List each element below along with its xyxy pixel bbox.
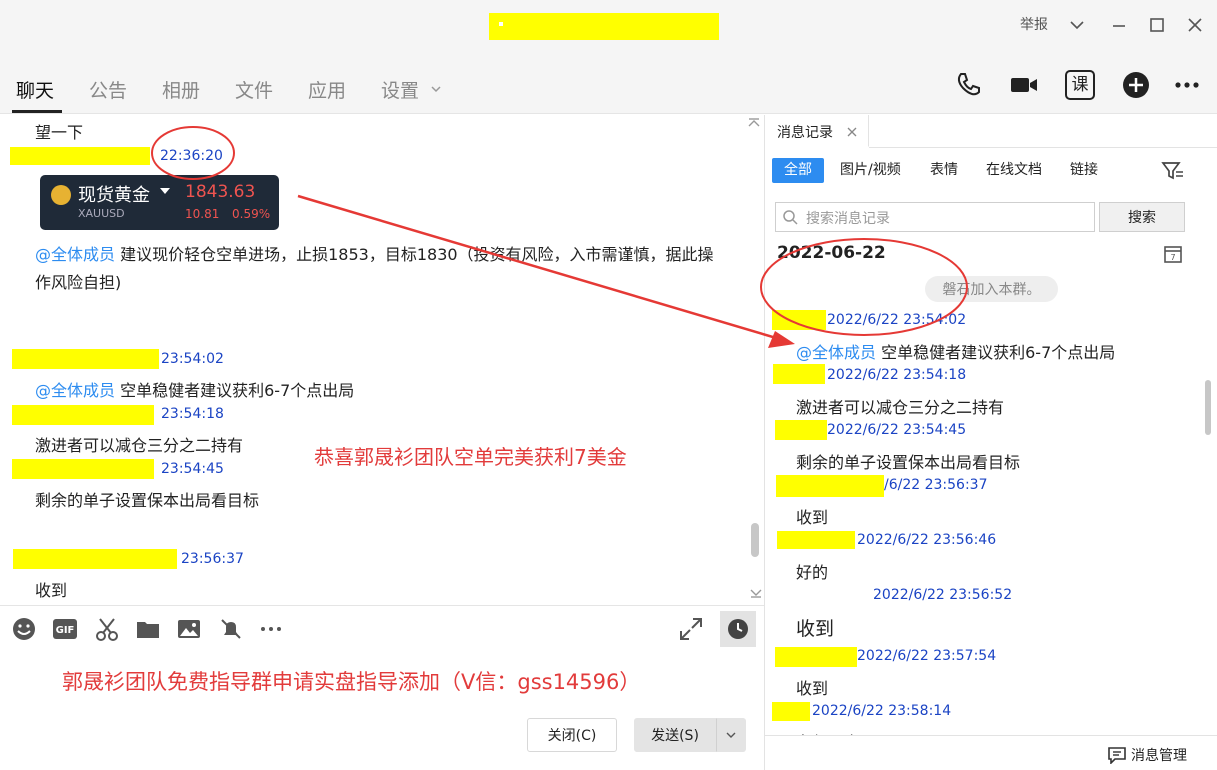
annotation-arrow-head (768, 331, 795, 348)
annotation-overlay (151, 126, 968, 348)
annotation-arrow-line (297, 194, 784, 342)
annotation-congrats-text: 恭喜郭晟衫团队空单完美获利7美金 (314, 445, 627, 469)
annotation-circle-date (760, 238, 968, 336)
annotation-circle-timestamp (151, 126, 235, 180)
